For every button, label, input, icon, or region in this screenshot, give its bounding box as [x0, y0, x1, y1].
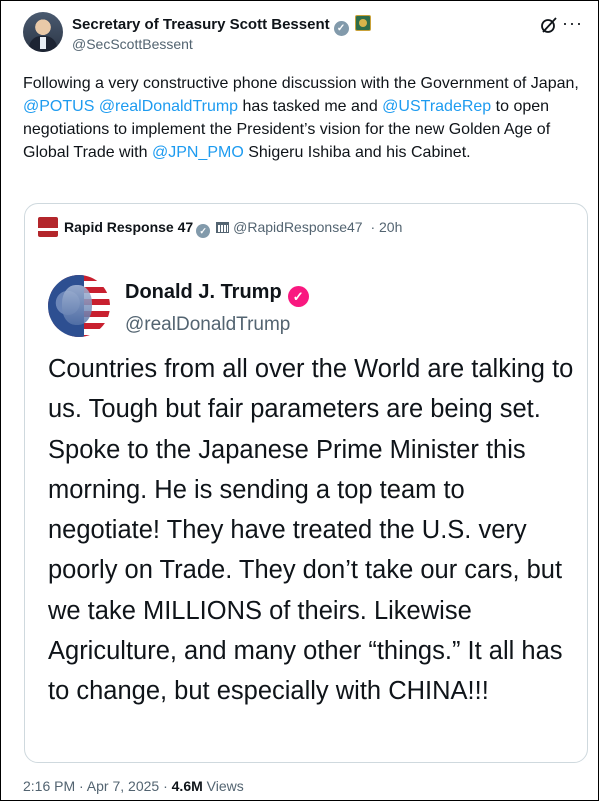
trump-post-text: Countries from all over the World are ta… — [48, 355, 574, 706]
author-name-row[interactable]: Secretary of Treasury Scott Bessent ✓ — [72, 15, 371, 36]
verified-badge-icon[interactable]: ✓ — [333, 21, 349, 36]
more-icon[interactable]: ··· — [562, 13, 583, 34]
tweet-text-segment: has tasked me and — [238, 98, 383, 115]
government-seal-icon[interactable] — [354, 15, 371, 31]
pink-verified-badge-icon: ✓ — [287, 286, 309, 307]
white-house-icon — [216, 222, 230, 233]
avatar-shirt — [40, 37, 46, 49]
quoted-author-avatar[interactable] — [38, 217, 58, 237]
timestamp[interactable]: 2:16 PM · Apr 7, 2025 · — [23, 778, 172, 794]
trump-handle: @realDonaldTrump — [125, 314, 291, 335]
quoted-time-ago[interactable]: · 20h — [370, 219, 402, 235]
mention-link[interactable]: @JPN_PMO — [152, 144, 244, 161]
tweet-header: Secretary of Treasury Scott Bessent ✓ @Se… — [23, 12, 583, 58]
author-avatar[interactable] — [23, 12, 63, 52]
tweet-text-segment: Shigeru Ishiba and his Cabinet. — [243, 144, 471, 161]
mention-link[interactable]: @POTUS — [23, 98, 94, 115]
author-handle[interactable]: @SecScottBessent — [72, 36, 193, 52]
tweet-footer: 2:16 PM · Apr 7, 2025 · 4.6M Views — [23, 778, 244, 794]
quoted-author-handle[interactable]: @RapidResponse47 — [233, 219, 362, 235]
author-name[interactable]: Secretary of Treasury Scott Bessent — [72, 16, 330, 33]
trump-avatar-face — [62, 285, 92, 325]
views-count: 4.6M — [171, 778, 203, 794]
views-label: Views — [202, 778, 244, 794]
trump-name: Donald J. Trump — [125, 281, 282, 303]
tweet-text-segment: Following a very constructive phone disc… — [23, 75, 579, 92]
mention-link[interactable]: @realDonaldTrump — [99, 98, 238, 115]
mention-link[interactable]: @USTradeRep — [382, 98, 491, 115]
quoted-verified-badge-icon: ✓ — [196, 224, 211, 238]
quoted-author-name[interactable]: Rapid Response 47 — [64, 219, 193, 235]
quoted-tweet-header: Rapid Response 47 ✓ @RapidResponse47 · 20h — [38, 217, 402, 238]
quoted-tweet[interactable]: Rapid Response 47 ✓ @RapidResponse47 · 20h… — [24, 203, 588, 763]
trump-avatar — [48, 275, 110, 337]
tweet-text: Following a very constructive phone disc… — [23, 72, 588, 164]
grok-icon[interactable] — [539, 15, 559, 35]
trump-name-row: Donald J. Trump ✓ — [125, 281, 309, 307]
